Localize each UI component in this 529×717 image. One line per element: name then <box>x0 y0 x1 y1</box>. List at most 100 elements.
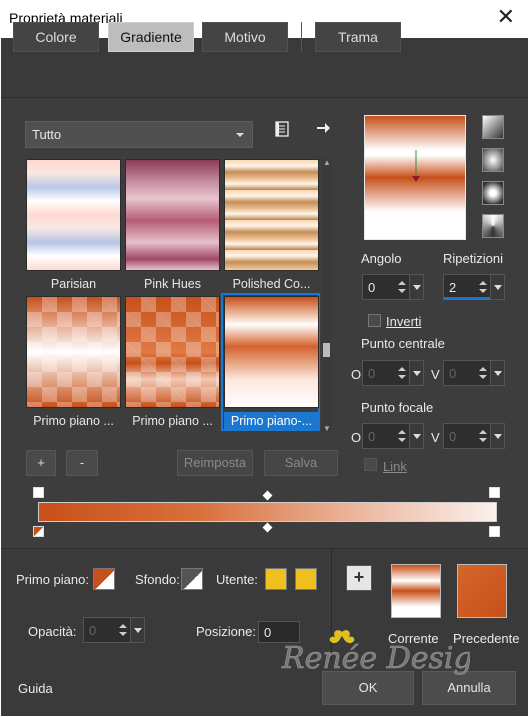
chevron-down-icon[interactable] <box>490 423 505 449</box>
center-o-value: 0 <box>368 366 376 381</box>
close-icon[interactable]: ✕ <box>497 6 515 28</box>
center-v-input[interactable]: 0 <box>443 360 505 386</box>
add-user-gradient-button[interactable]: + <box>346 565 372 591</box>
cancel-button[interactable]: Annulla <box>422 671 516 705</box>
spin-arrows-icon[interactable] <box>476 361 490 385</box>
foreground-swatch[interactable] <box>93 568 115 590</box>
gradient-library-icon[interactable] <box>271 121 293 143</box>
preset-label: Parisian <box>50 277 97 291</box>
gradient-preset-foreground-selected[interactable]: Primo piano-... <box>221 293 320 431</box>
spin-arrows-icon[interactable] <box>395 361 409 385</box>
tab-trama[interactable]: Trama <box>315 22 401 52</box>
angle-indicator-icon[interactable] <box>365 116 467 241</box>
gradient-preview <box>26 159 121 271</box>
section-divider <box>331 548 332 660</box>
current-label: Corrente <box>388 631 439 646</box>
position-value: 0 <box>264 625 272 640</box>
angle-input[interactable]: 0 <box>362 274 424 300</box>
position-input[interactable]: 0 <box>258 621 300 643</box>
user-color-picker[interactable] <box>295 568 317 590</box>
gradient-preview <box>125 159 220 271</box>
tab-motivo[interactable]: Motivo <box>202 22 288 52</box>
gradient-preset-foreground-2[interactable]: Primo piano ... <box>125 296 220 428</box>
background-label: Sfondo: <box>135 572 180 587</box>
gradient-preset-foreground-1[interactable]: Primo piano ... <box>26 296 121 428</box>
chevron-down-icon[interactable] <box>409 423 424 449</box>
center-point-label: Punto centrale <box>361 336 445 351</box>
save-button[interactable]: Salva <box>264 450 338 476</box>
spin-arrows-icon[interactable] <box>395 424 409 448</box>
background-swatch[interactable] <box>181 568 203 590</box>
preset-label: Polished Co... <box>232 277 311 291</box>
remove-preset-button[interactable]: - <box>66 450 98 476</box>
repeats-input[interactable]: 2 <box>443 274 505 300</box>
focal-o-value: 0 <box>368 429 376 444</box>
angle-value: 0 <box>368 280 376 295</box>
focal-v-value: 0 <box>449 429 457 444</box>
gradient-preview <box>26 296 121 408</box>
opacity-stop-right[interactable] <box>489 487 500 498</box>
linear-gradient-type-button[interactable] <box>482 115 504 139</box>
repeats-value: 2 <box>449 280 457 295</box>
opacity-stop-left[interactable] <box>33 487 44 498</box>
tab-divider <box>301 22 302 52</box>
ok-button[interactable]: OK <box>322 671 414 705</box>
scroll-up-icon[interactable]: ▲ <box>322 158 332 167</box>
center-o-label: O <box>351 367 362 382</box>
arrow-right-icon[interactable] <box>312 120 334 142</box>
link-checkbox[interactable] <box>364 458 377 471</box>
gradient-preset-pink-hues[interactable]: Pink Hues <box>125 159 220 291</box>
current-gradient-swatch[interactable] <box>391 564 441 618</box>
previous-gradient-swatch[interactable] <box>457 564 507 618</box>
gradient-editor-bar[interactable] <box>38 502 497 522</box>
chevron-down-icon[interactable] <box>409 274 424 300</box>
chevron-down-icon[interactable] <box>409 360 424 386</box>
focal-v-label: V <box>431 430 440 445</box>
previous-label: Precedente <box>453 631 520 646</box>
color-stop-left[interactable] <box>33 526 44 537</box>
opacity-label: Opacità: <box>28 624 77 639</box>
stop-properties-panel <box>1 548 528 660</box>
focal-v-input[interactable]: 0 <box>443 423 505 449</box>
scroll-down-icon[interactable]: ▼ <box>322 424 332 433</box>
tab-colore[interactable]: Colore <box>13 22 99 52</box>
preset-scrollbar[interactable]: ▲ ▼ <box>322 158 332 433</box>
add-preset-button[interactable]: + <box>26 450 56 476</box>
rectangular-gradient-type-button[interactable] <box>482 148 504 172</box>
color-stop-right[interactable] <box>489 526 500 537</box>
sunburst-gradient-type-button[interactable] <box>482 214 504 238</box>
opacity-input[interactable]: 0 <box>83 617 145 643</box>
gradient-preview-large[interactable] <box>364 115 466 240</box>
preset-label: Pink Hues <box>144 277 201 291</box>
opacity-value: 0 <box>89 623 97 638</box>
center-o-input[interactable]: 0 <box>362 360 424 386</box>
spin-arrows-icon[interactable] <box>395 275 409 299</box>
tab-gradiente[interactable]: Gradiente <box>108 22 194 52</box>
help-link[interactable]: Guida <box>18 681 53 696</box>
gradient-preset-parisian[interactable]: Parisian <box>26 159 121 291</box>
scrollbar-thumb[interactable] <box>323 343 330 357</box>
preset-label: Primo piano-... <box>224 412 319 430</box>
repeats-label: Ripetizioni <box>443 251 503 266</box>
category-select[interactable]: Tutto <box>25 121 253 148</box>
angle-label: Angolo <box>361 251 402 266</box>
chevron-down-icon[interactable] <box>130 617 145 643</box>
invert-label: Inverti <box>386 314 422 329</box>
radial-gradient-type-button[interactable] <box>482 181 504 205</box>
spin-arrows-icon[interactable] <box>116 618 130 642</box>
user-label: Utente: <box>216 572 258 587</box>
gradient-preset-polished-copper[interactable]: Polished Co... <box>224 159 319 291</box>
preset-label: Primo piano ... <box>132 414 213 428</box>
invert-checkbox[interactable] <box>368 314 381 327</box>
chevron-down-icon[interactable] <box>490 274 505 300</box>
focal-o-label: O <box>351 430 362 445</box>
chevron-down-icon[interactable] <box>490 360 505 386</box>
user-swatch[interactable] <box>265 568 287 590</box>
center-v-label: V <box>431 367 440 382</box>
spin-arrows-icon[interactable] <box>476 275 490 299</box>
focal-point-label: Punto focale <box>361 400 434 415</box>
gradient-preview <box>224 159 319 271</box>
reset-button[interactable]: Reimposta <box>177 450 253 476</box>
focal-o-input[interactable]: 0 <box>362 423 424 449</box>
spin-arrows-icon[interactable] <box>476 424 490 448</box>
